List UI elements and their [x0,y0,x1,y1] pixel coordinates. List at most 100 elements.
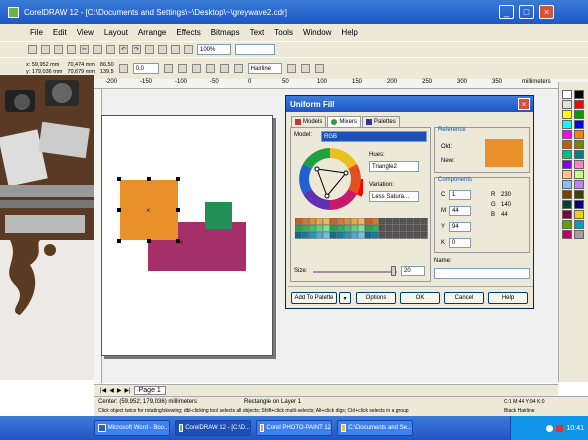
add-to-palette-dropdown[interactable]: ▾ [339,292,351,304]
palette-swatch[interactable] [562,140,572,149]
corel-online-icon[interactable] [184,45,193,54]
color-swatch[interactable] [350,224,358,232]
palette-swatch[interactable] [562,220,572,229]
palette-swatch[interactable] [574,110,584,119]
palette-swatch[interactable] [562,230,572,239]
color-swatch[interactable] [350,231,358,239]
color-swatch[interactable] [392,218,400,225]
minimize-button[interactable]: _ [499,5,514,19]
palette-swatch[interactable] [574,200,584,209]
copy-icon[interactable] [93,45,102,54]
color-swatch[interactable] [392,231,400,239]
size-slider[interactable] [313,271,397,273]
convert-to-curves-icon[interactable] [314,64,324,73]
color-swatch[interactable] [399,224,407,232]
color-swatch[interactable] [385,224,393,232]
color-swatch[interactable] [336,218,344,225]
snap-select[interactable] [235,44,275,55]
outline-width-select[interactable]: Hairline [247,63,282,74]
color-swatch[interactable] [385,218,393,225]
tray-icon[interactable] [546,424,554,432]
menu-view[interactable]: View [77,28,94,37]
import-icon[interactable] [145,45,154,54]
color-swatch[interactable] [406,218,414,225]
lock-ratio-icon[interactable] [118,64,128,73]
next-page-icon[interactable]: ▶ [117,387,122,394]
color-swatch[interactable] [385,231,393,239]
palette-swatch[interactable] [562,170,572,179]
palette-swatch[interactable] [574,230,584,239]
color-swatch[interactable] [343,218,351,225]
color-swatch[interactable] [357,224,365,232]
export-icon[interactable] [158,45,167,54]
color-swatch[interactable] [315,224,323,232]
cut-icon[interactable]: ✂ [80,45,89,54]
x-position[interactable]: x: 59,952 mm [26,62,62,69]
cancel-button[interactable]: Cancel [444,292,484,304]
tray-icon[interactable] [556,424,564,432]
palette-swatch[interactable] [562,90,572,99]
color-swatch[interactable] [357,231,365,239]
color-swatch[interactable] [336,231,344,239]
page-tab[interactable]: Page 1 [133,386,166,395]
palette-swatch[interactable] [574,90,584,99]
cyan-field[interactable]: 1 [449,190,471,200]
scale-fields[interactable]: 86,50 139,5 [100,62,114,76]
prev-page-icon[interactable]: ◀ [109,387,114,394]
print-icon[interactable] [67,45,76,54]
tab-palettes[interactable]: Palettes [362,116,400,127]
palette-swatch[interactable] [562,130,572,139]
color-swatch[interactable] [308,231,316,239]
menu-help[interactable]: Help [341,28,357,37]
color-swatch[interactable] [378,231,386,239]
color-swatch[interactable] [308,218,316,225]
angle-field[interactable]: 0,0 [132,63,159,74]
color-swatch[interactable] [315,218,323,225]
color-swatch[interactable] [364,218,372,225]
palette-swatch[interactable] [562,200,572,209]
size-field[interactable]: 20 [401,266,425,276]
color-swatch[interactable] [322,231,330,239]
scale-y-field[interactable]: 139,5 [100,69,114,76]
color-swatch[interactable] [308,224,316,232]
color-swatch[interactable] [301,218,309,225]
palette-swatch[interactable] [574,100,584,109]
magenta-field[interactable]: 44 [449,206,471,216]
palette-swatch[interactable] [562,150,572,159]
color-swatch[interactable] [413,231,421,239]
add-to-palette-button[interactable]: Add To Palette [291,292,337,304]
palette-swatch[interactable] [574,120,584,129]
options-button[interactable]: Options [356,292,396,304]
color-swatch[interactable] [301,224,309,232]
color-swatch[interactable] [295,218,302,225]
size-fields[interactable]: 70,474 mm 70,679 mm [67,62,95,76]
palette-swatch[interactable] [562,110,572,119]
menu-effects[interactable]: Effects [176,28,200,37]
palette-swatch[interactable] [562,190,572,199]
color-swatch[interactable] [322,224,330,232]
corner-round-icon[interactable] [191,64,201,73]
hues-select[interactable]: Triangle2 [369,161,419,172]
color-swatch[interactable] [371,218,379,225]
scale-x-field[interactable]: 86,50 [100,62,114,69]
application-launcher-icon[interactable] [171,45,180,54]
palette-swatch[interactable] [562,100,572,109]
color-swatch[interactable] [413,218,421,225]
color-swatch[interactable] [406,224,414,232]
palette-swatch[interactable] [574,220,584,229]
variation-select[interactable]: Less Satura... [369,191,419,202]
last-page-icon[interactable]: ▶| [124,387,130,394]
task-explorer[interactable]: C:\Documents and Se... [337,420,413,436]
zoom-select[interactable]: 100% [197,44,231,55]
color-palette[interactable] [558,82,588,382]
color-swatch[interactable] [420,218,428,225]
position-fields[interactable]: x: 59,952 mm y: 179,036 mm [26,62,62,76]
menu-arrange[interactable]: Arrange [138,28,166,37]
tab-models[interactable]: Models [291,116,327,127]
to-back-icon[interactable] [300,64,310,73]
menu-window[interactable]: Window [303,28,331,37]
color-swatch[interactable] [295,231,302,239]
palette-swatch[interactable] [562,180,572,189]
palette-swatch[interactable] [574,210,584,219]
redo-icon[interactable]: ↷ [132,45,141,54]
